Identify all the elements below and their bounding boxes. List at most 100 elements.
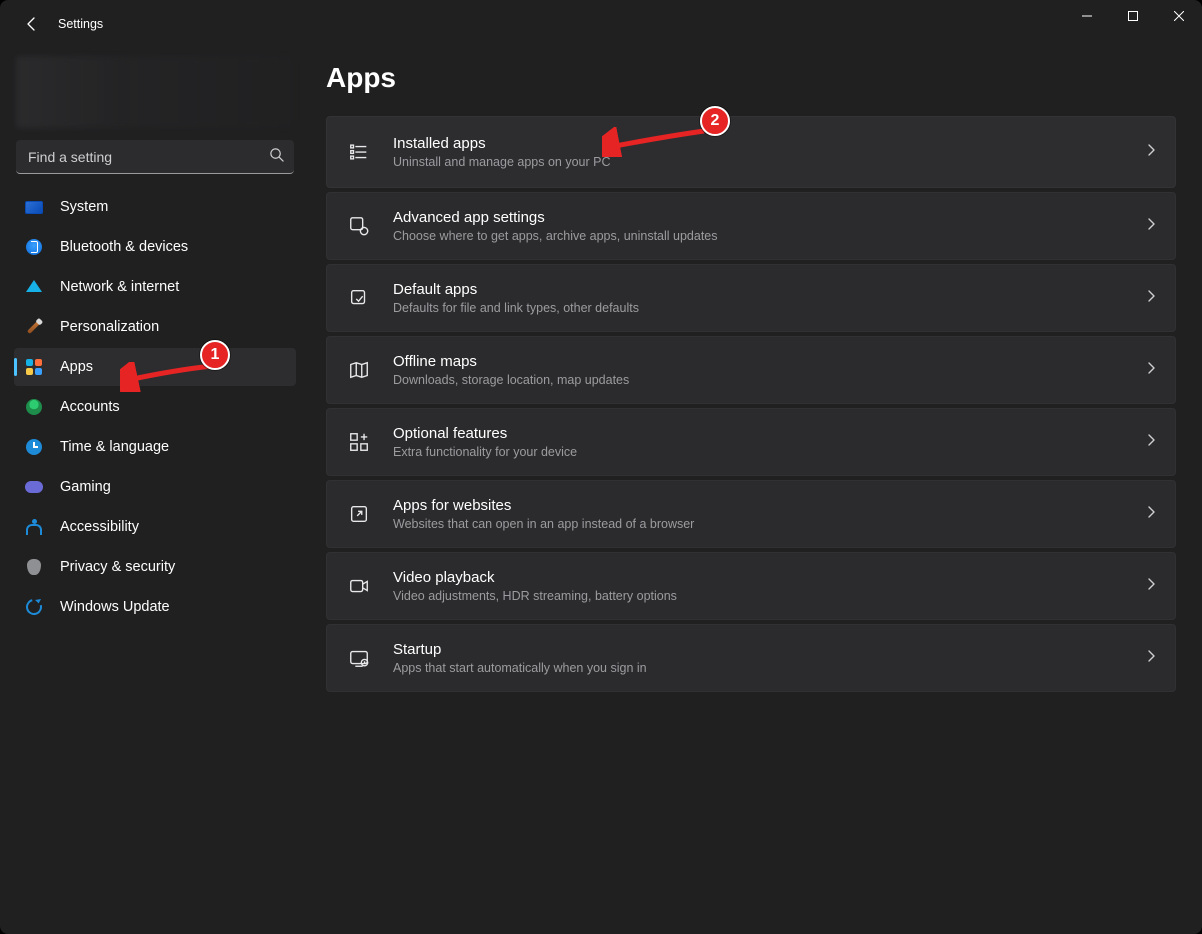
sidebar-item-label: Time & language (60, 439, 169, 455)
card-title: Startup (393, 641, 1123, 660)
update-icon (24, 597, 44, 617)
close-icon (1174, 11, 1184, 21)
card-body: Video playback Video adjustments, HDR st… (393, 569, 1123, 604)
sidebar-item-windows-update[interactable]: Windows Update (14, 588, 296, 626)
wifi-icon (24, 277, 44, 297)
window-title: Settings (58, 17, 103, 31)
sidebar-item-bluetooth[interactable]: Bluetooth & devices (14, 228, 296, 266)
sidebar-item-gaming[interactable]: Gaming (14, 468, 296, 506)
chevron-right-icon (1145, 361, 1157, 379)
card-title: Video playback (393, 569, 1123, 588)
back-button[interactable] (16, 8, 48, 40)
video-icon (347, 574, 371, 598)
card-body: Apps for websites Websites that can open… (393, 497, 1123, 532)
card-body: Offline maps Downloads, storage location… (393, 353, 1123, 388)
accessibility-icon (24, 517, 44, 537)
card-optional-features[interactable]: Optional features Extra functionality fo… (326, 408, 1176, 476)
chevron-right-icon (1145, 217, 1157, 235)
card-title: Apps for websites (393, 497, 1123, 516)
apps-grid-icon (24, 357, 44, 377)
card-title: Optional features (393, 425, 1123, 444)
search-wrap (16, 140, 294, 174)
minimize-icon (1082, 11, 1092, 21)
bluetooth-icon (24, 237, 44, 257)
sidebar-item-apps[interactable]: Apps (14, 348, 296, 386)
sidebar-item-time[interactable]: Time & language (14, 428, 296, 466)
startup-icon (347, 646, 371, 670)
sidebar-item-personalization[interactable]: Personalization (14, 308, 296, 346)
card-advanced-app-settings[interactable]: Advanced app settings Choose where to ge… (326, 192, 1176, 260)
card-body: Advanced app settings Choose where to ge… (393, 209, 1123, 244)
app-gear-icon (347, 214, 371, 238)
plus-grid-icon (347, 430, 371, 454)
sidebar-item-label: Apps (60, 359, 93, 375)
sidebar-item-label: System (60, 199, 108, 215)
card-subtitle: Choose where to get apps, archive apps, … (393, 229, 1123, 243)
map-icon (347, 358, 371, 382)
search-input[interactable] (16, 140, 294, 174)
card-body: Optional features Extra functionality fo… (393, 425, 1123, 460)
minimize-button[interactable] (1064, 0, 1110, 32)
card-body: Default apps Defaults for file and link … (393, 281, 1123, 316)
card-subtitle: Uninstall and manage apps on your PC (393, 155, 1123, 169)
sidebar-item-label: Bluetooth & devices (60, 239, 188, 255)
card-offline-maps[interactable]: Offline maps Downloads, storage location… (326, 336, 1176, 404)
chevron-right-icon (1145, 289, 1157, 307)
profile-card[interactable] (16, 56, 294, 128)
list-icon (347, 140, 371, 164)
titlebar: Settings (0, 0, 1202, 48)
sidebar-item-accessibility[interactable]: Accessibility (14, 508, 296, 546)
card-title: Offline maps (393, 353, 1123, 372)
default-apps-icon (347, 286, 371, 310)
sidebar-item-accounts[interactable]: Accounts (14, 388, 296, 426)
card-startup[interactable]: Startup Apps that start automatically wh… (326, 624, 1176, 692)
system-icon (24, 197, 44, 217)
close-button[interactable] (1156, 0, 1202, 32)
chevron-right-icon (1145, 505, 1157, 523)
nav-list: System Bluetooth & devices Network & int… (6, 188, 304, 628)
card-body: Startup Apps that start automatically wh… (393, 641, 1123, 676)
card-video-playback[interactable]: Video playback Video adjustments, HDR st… (326, 552, 1176, 620)
card-apps-for-websites[interactable]: Apps for websites Websites that can open… (326, 480, 1176, 548)
card-title: Advanced app settings (393, 209, 1123, 228)
sidebar-item-label: Accounts (60, 399, 120, 415)
gamepad-icon (24, 477, 44, 497)
window-controls (1064, 0, 1202, 32)
content-area: System Bluetooth & devices Network & int… (0, 48, 1202, 934)
card-title: Default apps (393, 281, 1123, 300)
card-subtitle: Extra functionality for your device (393, 445, 1123, 459)
card-subtitle: Apps that start automatically when you s… (393, 661, 1123, 675)
sidebar-item-system[interactable]: System (14, 188, 296, 226)
chevron-right-icon (1145, 143, 1157, 161)
card-body: Installed apps Uninstall and manage apps… (393, 135, 1123, 170)
paintbrush-icon (24, 317, 44, 337)
search-icon (269, 147, 284, 167)
card-subtitle: Defaults for file and link types, other … (393, 301, 1123, 315)
page-title: Apps (326, 62, 1176, 94)
sidebar-item-privacy[interactable]: Privacy & security (14, 548, 296, 586)
card-subtitle: Video adjustments, HDR streaming, batter… (393, 589, 1123, 603)
chevron-right-icon (1145, 433, 1157, 451)
sidebar-item-label: Privacy & security (60, 559, 175, 575)
sidebar-item-label: Personalization (60, 319, 159, 335)
maximize-icon (1128, 11, 1138, 21)
card-subtitle: Websites that can open in an app instead… (393, 517, 1123, 531)
sidebar-item-label: Gaming (60, 479, 111, 495)
arrow-left-icon (24, 16, 40, 32)
person-icon (24, 397, 44, 417)
main-panel: Apps Installed apps Uninstall and manage… (310, 48, 1202, 934)
card-title: Installed apps (393, 135, 1123, 154)
sidebar-item-label: Windows Update (60, 599, 170, 615)
card-default-apps[interactable]: Default apps Defaults for file and link … (326, 264, 1176, 332)
card-subtitle: Downloads, storage location, map updates (393, 373, 1123, 387)
sidebar: System Bluetooth & devices Network & int… (0, 48, 310, 934)
sidebar-item-label: Network & internet (60, 279, 179, 295)
chevron-right-icon (1145, 577, 1157, 595)
open-external-icon (347, 502, 371, 526)
sidebar-item-network[interactable]: Network & internet (14, 268, 296, 306)
card-installed-apps[interactable]: Installed apps Uninstall and manage apps… (326, 116, 1176, 188)
maximize-button[interactable] (1110, 0, 1156, 32)
clock-icon (24, 437, 44, 457)
sidebar-item-label: Accessibility (60, 519, 139, 535)
chevron-right-icon (1145, 649, 1157, 667)
